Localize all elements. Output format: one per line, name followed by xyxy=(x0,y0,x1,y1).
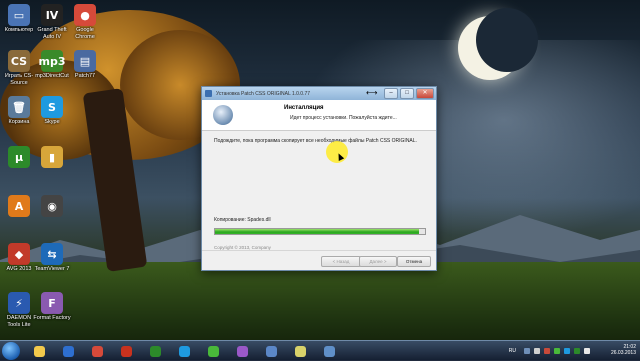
desktop-icon-glyph: mp3 xyxy=(39,50,66,72)
desktop-icon-glyph: ▭ xyxy=(8,4,30,26)
taskbar-chrome-button[interactable] xyxy=(86,343,108,359)
resize-cursor-icon: ⟷ xyxy=(366,88,378,97)
media-player-icon xyxy=(62,345,74,357)
desktop-icon-glyph: 🗑 xyxy=(8,96,30,118)
desktop-icon-glyph: A xyxy=(8,195,30,217)
flag-icon[interactable] xyxy=(584,348,590,354)
language-indicator[interactable]: RU xyxy=(509,348,516,354)
header-title: Инсталляция xyxy=(284,105,324,111)
desktop-icon-label: TeamViewer 7 xyxy=(34,266,70,272)
taskbar-skype-button[interactable] xyxy=(173,343,195,359)
header-subtitle: Идет процесс установки. Пожалуйста ждите… xyxy=(290,115,397,121)
notes-icon xyxy=(294,345,306,357)
divider xyxy=(202,250,436,251)
desktop-icon[interactable]: F Format Factory xyxy=(33,292,71,322)
desktop-icon-label: Google Chrome xyxy=(75,27,95,40)
icq-tray-icon[interactable] xyxy=(554,348,560,354)
taskbar-winamp-button[interactable] xyxy=(231,343,253,359)
icq-icon xyxy=(207,345,219,357)
minimize-button[interactable]: – xyxy=(384,88,398,99)
desktop-icon-glyph: S xyxy=(41,96,63,118)
winamp-icon xyxy=(236,345,248,357)
desktop-icon-label: Skype xyxy=(44,119,60,125)
taskbar-media-player-button[interactable] xyxy=(57,343,79,359)
taskbar-image-viewer-button[interactable] xyxy=(260,343,282,359)
desktop-icon[interactable]: S Skype xyxy=(33,96,71,126)
desktop-icon[interactable]: ▤ Patch77 xyxy=(66,50,104,80)
image-viewer-icon xyxy=(265,345,277,357)
desktop-icon[interactable]: ▮ xyxy=(33,146,71,169)
cursor-highlight xyxy=(326,141,348,163)
clock[interactable]: 21:02 26.03.2013 xyxy=(611,344,636,356)
taskbar-utorrent-button[interactable] xyxy=(144,343,166,359)
network-icon[interactable] xyxy=(524,348,530,354)
desktop-icon-glyph: ◉ xyxy=(41,195,63,217)
desktop-icon-glyph: μ xyxy=(8,146,30,168)
app-icon xyxy=(205,90,212,97)
desktop-icon-glyph: CS xyxy=(8,50,30,72)
clock-date: 26.03.2013 xyxy=(610,350,636,356)
desktop-icon[interactable]: ◉ xyxy=(33,195,71,218)
windows-explorer-icon xyxy=(33,345,45,357)
chrome-icon xyxy=(91,345,103,357)
next-button[interactable]: Далее > xyxy=(359,256,397,267)
window-titlebar[interactable]: Установка Patch CSS ORIGINAL 1.0.0.77 – … xyxy=(202,87,436,100)
desktop-icon-glyph: ▮ xyxy=(41,146,63,168)
installer-disc-icon xyxy=(213,105,233,125)
back-button[interactable]: < Назад xyxy=(321,256,361,267)
desktop-icon-glyph: ⚡ xyxy=(8,292,30,314)
installer-window: Установка Patch CSS ORIGINAL 1.0.0.77 – … xyxy=(201,86,437,271)
desktop-icon-label: Patch77 xyxy=(74,73,96,79)
moon-shadow xyxy=(476,8,538,72)
progress-fill xyxy=(215,229,419,234)
skype-tray-icon[interactable] xyxy=(564,348,570,354)
desktop-icon-glyph: ◆ xyxy=(8,243,30,265)
desktop-icon-glyph: IV xyxy=(41,4,63,26)
installer-icon xyxy=(323,345,335,357)
taskbar-installer-button[interactable] xyxy=(318,343,340,359)
progress-bar xyxy=(214,228,426,235)
avg-tray-icon[interactable] xyxy=(544,348,550,354)
copy-status-label: Копирование: Spades.dll xyxy=(214,217,271,223)
cancel-button[interactable]: Отмена xyxy=(397,256,431,267)
desktop-icon[interactable]: ● Google Chrome xyxy=(66,4,104,40)
taskbar: RU 21:02 26.03.2013 xyxy=(0,340,640,361)
desktop-icon-label: Format Factory xyxy=(33,315,71,321)
instruction-text: Подождите, пока программа скопирует все … xyxy=(214,138,417,144)
close-button[interactable]: ✕ xyxy=(416,88,434,99)
taskbar-windows-explorer-button[interactable] xyxy=(28,343,50,359)
filezilla-icon xyxy=(120,345,132,357)
volume-icon[interactable] xyxy=(534,348,540,354)
taskbar-icq-button[interactable] xyxy=(202,343,224,359)
wizard-header: Инсталляция Идет процесс установки. Пожа… xyxy=(202,100,436,131)
desktop-icon[interactable]: ⇆ TeamViewer 7 xyxy=(33,243,71,273)
utorrent-icon xyxy=(149,345,161,357)
desktop-icon-glyph: ⇆ xyxy=(41,243,63,265)
maximize-button[interactable]: □ xyxy=(400,88,414,99)
skype-icon xyxy=(178,345,190,357)
desktop-icon-glyph: ● xyxy=(74,4,96,26)
taskbar-filezilla-button[interactable] xyxy=(115,343,137,359)
taskbar-notes-button[interactable] xyxy=(289,343,311,359)
utorrent-tray-icon[interactable] xyxy=(574,348,580,354)
window-title: Установка Patch CSS ORIGINAL 1.0.0.77 xyxy=(216,90,311,97)
start-button[interactable] xyxy=(2,342,20,360)
desktop-icon-glyph: ▤ xyxy=(74,50,96,72)
desktop-icon-glyph: F xyxy=(41,292,63,314)
